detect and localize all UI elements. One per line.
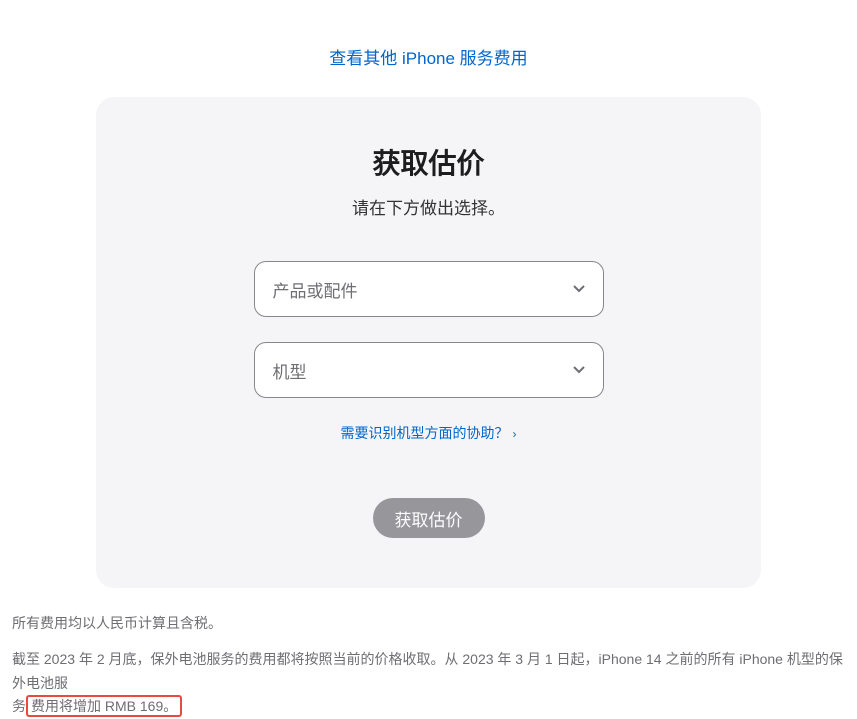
product-select-label: 产品或配件 (273, 277, 358, 302)
submit-wrapper: 获取估价 (136, 498, 721, 538)
footer-line-1: 所有费用均以人民币计算且含税。 (12, 612, 845, 636)
estimate-card: 获取估价 请在下方做出选择。 产品或配件 机型 需要识别机型方面的协助？ › (96, 97, 761, 588)
chevron-right-icon: › (513, 427, 517, 441)
card-subtitle: 请在下方做出选择。 (136, 194, 721, 219)
price-increase-highlight: 费用将增加 RMB 169。 (26, 695, 182, 717)
product-select[interactable]: 产品或配件 (254, 261, 604, 317)
help-link-text: 需要识别机型方面的协助？ (341, 425, 509, 441)
model-select-label: 机型 (273, 358, 307, 383)
model-select[interactable]: 机型 (254, 342, 604, 398)
chevron-down-icon (573, 364, 585, 376)
chevron-down-icon (573, 283, 585, 295)
footer-line-2-text-b: 务 (12, 698, 26, 714)
help-link-wrapper: 需要识别机型方面的协助？ › (136, 423, 721, 443)
model-select-wrapper: 机型 (254, 342, 604, 398)
product-select-wrapper: 产品或配件 (254, 261, 604, 317)
view-other-services-link[interactable]: 查看其他 iPhone 服务费用 (329, 49, 527, 68)
footer-line-2: 截至 2023 年 2 月底，保外电池服务的费用都将按照当前的价格收取。从 20… (12, 648, 845, 719)
top-link-wrapper: 查看其他 iPhone 服务费用 (10, 0, 847, 97)
identify-model-help-link[interactable]: 需要识别机型方面的协助？ › (341, 425, 517, 441)
footer-notes: 所有费用均以人民币计算且含税。 截至 2023 年 2 月底，保外电池服务的费用… (10, 612, 847, 719)
page-container: 查看其他 iPhone 服务费用 获取估价 请在下方做出选择。 产品或配件 机型 (0, 0, 857, 719)
get-estimate-button[interactable]: 获取估价 (373, 498, 485, 538)
card-title: 获取估价 (136, 142, 721, 182)
footer-line-2-text-a: 截至 2023 年 2 月底，保外电池服务的费用都将按照当前的价格收取。从 20… (12, 651, 843, 691)
